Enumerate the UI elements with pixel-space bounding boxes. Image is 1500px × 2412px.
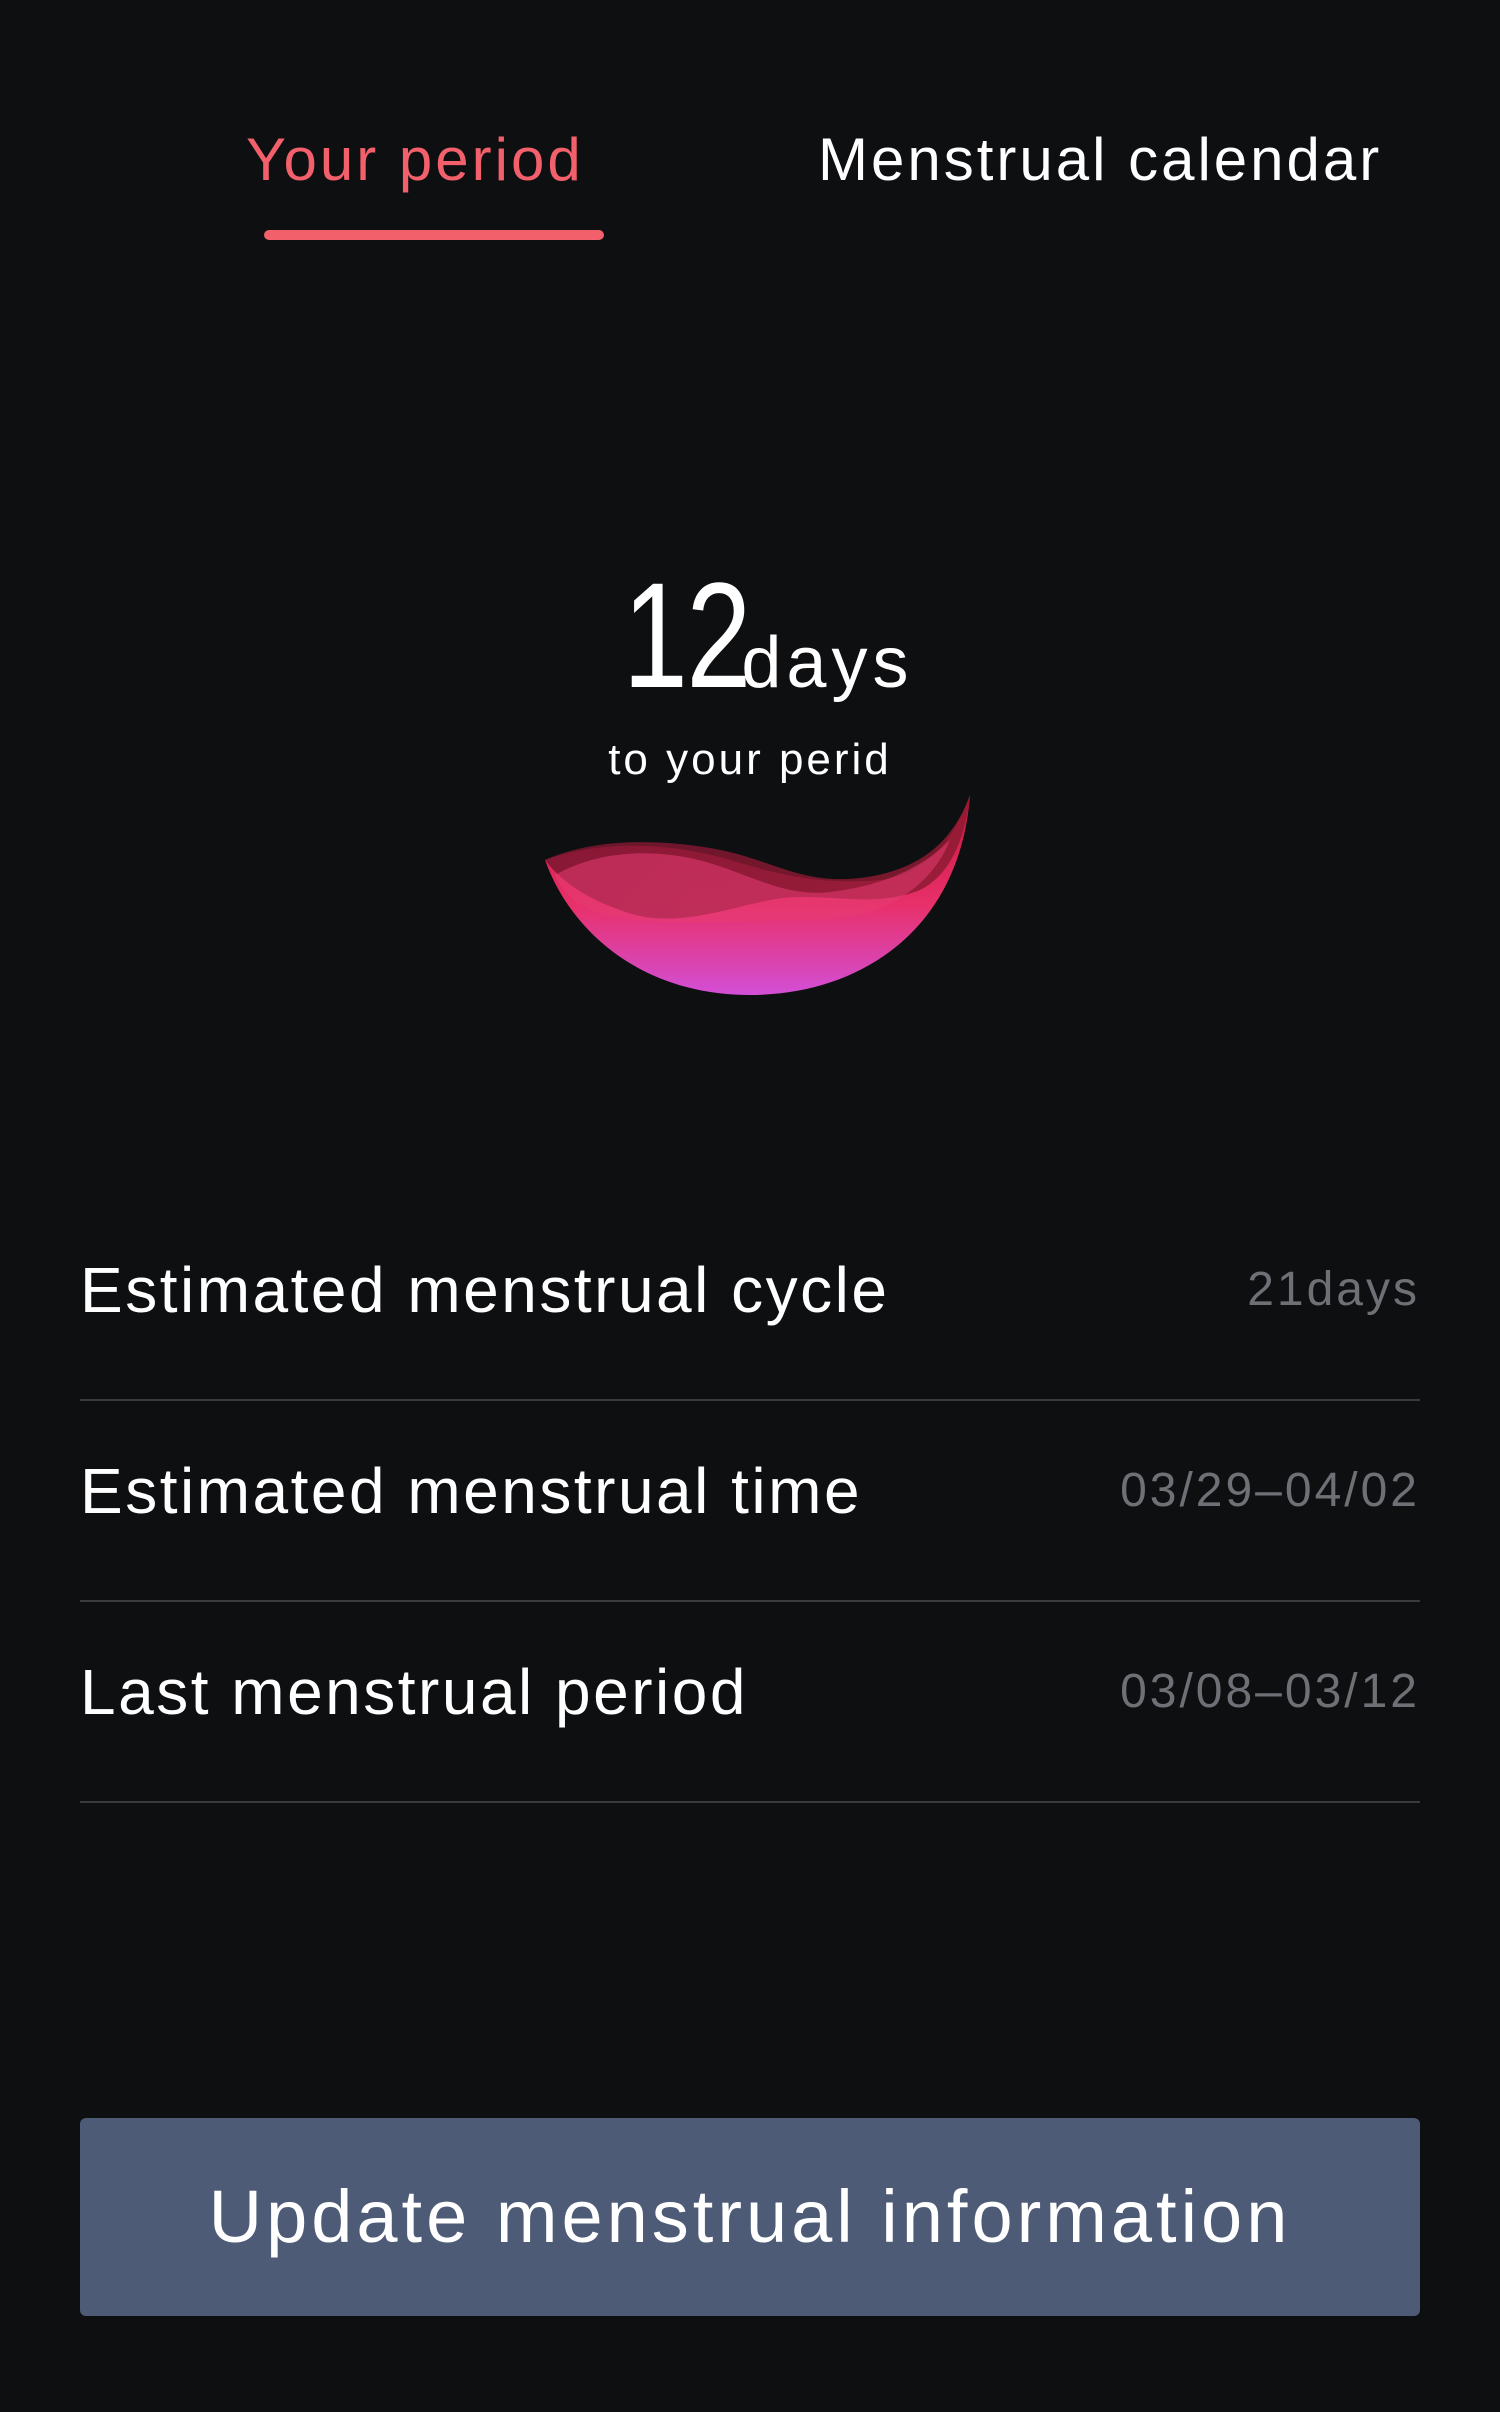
info-label-cycle: Estimated menstrual cycle bbox=[80, 1254, 890, 1326]
countdown-value: 12days bbox=[587, 560, 914, 710]
period-info-list: Estimated menstrual cycle 21days Estimat… bbox=[80, 1200, 1420, 1803]
info-row-cycle: Estimated menstrual cycle 21days bbox=[80, 1200, 1420, 1401]
countdown-unit: days bbox=[741, 623, 914, 703]
period-countdown: 12days bbox=[0, 560, 1500, 710]
info-label-time: Estimated menstrual time bbox=[80, 1455, 863, 1527]
info-row-last-period: Last menstrual period 03/08–03/12 bbox=[80, 1602, 1420, 1803]
tab-menstrual-calendar[interactable]: Menstrual calendar bbox=[818, 120, 1382, 200]
info-row-time: Estimated menstrual time 03/29–04/02 bbox=[80, 1401, 1420, 1602]
tab-bar: Your period Menstrual calendar bbox=[0, 0, 1500, 260]
countdown-number: 12 bbox=[622, 551, 751, 719]
tab-your-period[interactable]: Your period bbox=[246, 120, 584, 200]
update-menstrual-info-button[interactable]: Update menstrual information bbox=[80, 2118, 1420, 2316]
info-label-last-period: Last menstrual period bbox=[80, 1656, 748, 1728]
info-value-last-period: 03/08–03/12 bbox=[1120, 1665, 1420, 1718]
countdown-caption: to your perid bbox=[608, 735, 892, 784]
menstrual-wave-icon bbox=[545, 795, 970, 995]
info-value-time: 03/29–04/02 bbox=[1120, 1464, 1420, 1517]
active-tab-indicator bbox=[264, 230, 604, 240]
info-value-cycle: 21days bbox=[1247, 1263, 1420, 1316]
